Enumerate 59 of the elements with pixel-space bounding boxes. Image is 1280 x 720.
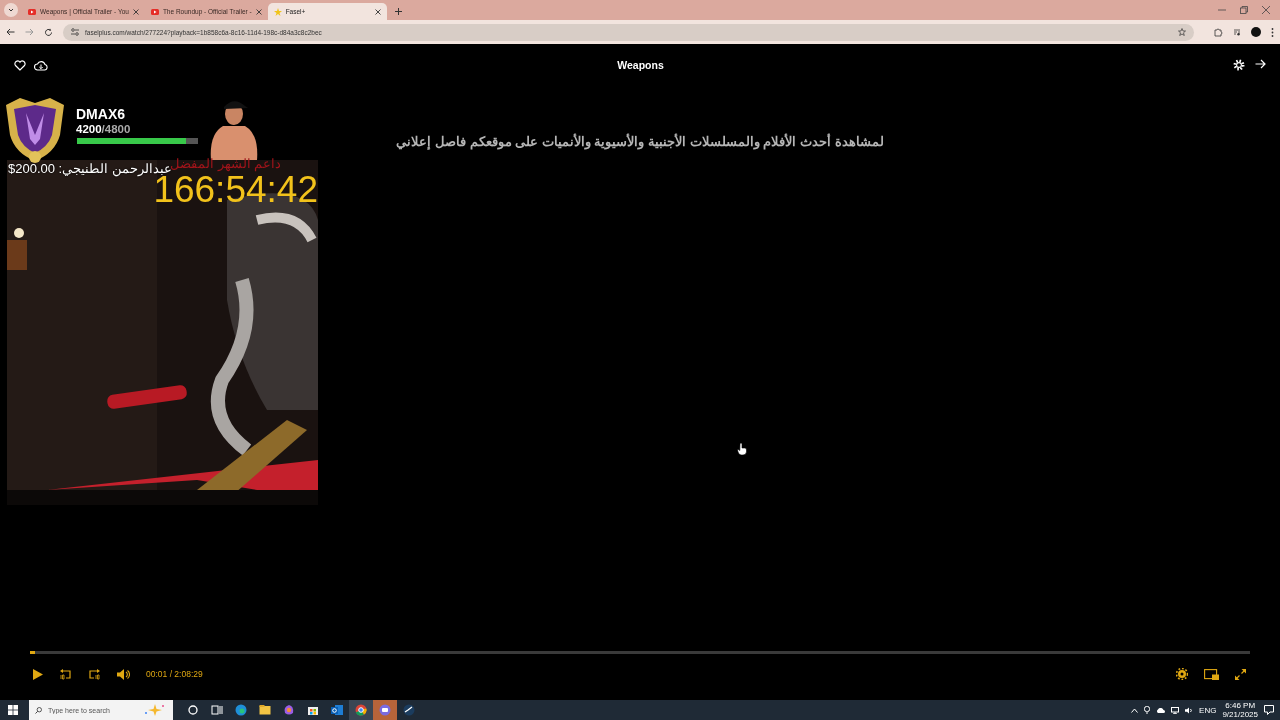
hand-cursor-icon	[737, 443, 747, 455]
chrome-icon[interactable]	[355, 704, 367, 716]
copilot-icon[interactable]	[283, 704, 295, 716]
video-title: Weapons	[616, 59, 665, 71]
clock-time: 6:46 PM	[1225, 701, 1256, 710]
forward-icon[interactable]	[88, 668, 101, 680]
star-icon	[273, 7, 282, 16]
progress-track[interactable]	[30, 651, 1250, 654]
picture-in-picture-icon[interactable]	[1204, 668, 1219, 680]
promo-banner-text: لمشاهدة أحدث الأفلام والمسلسلات الأجنبية والأسيوية والأنميات على موقعكم فاصل إعلاني	[396, 134, 884, 149]
play-logo-icon	[28, 8, 36, 15]
play-logo-icon	[150, 8, 159, 15]
donation-text: عبدالرحمن الطنيجي: 200.00$	[8, 161, 172, 176]
speaker-icon[interactable]	[1185, 706, 1194, 714]
cloud-download-icon[interactable]	[34, 59, 48, 71]
sparkle-icon	[144, 703, 166, 717]
extensions-icon[interactable]	[1214, 27, 1223, 37]
outlook-icon[interactable]	[331, 704, 343, 716]
star-outline-icon[interactable]	[1178, 28, 1186, 36]
restore-icon[interactable]	[1240, 6, 1248, 14]
chevron-down-icon	[8, 7, 14, 12]
supporter-label: داعم الشهر المفضل	[170, 156, 282, 171]
webcam-icon[interactable]	[1144, 706, 1151, 714]
media-icon[interactable]	[1233, 28, 1241, 36]
language-indicator[interactable]: ENG	[1199, 705, 1217, 715]
close-icon[interactable]	[132, 8, 139, 15]
steam-icon[interactable]	[403, 704, 415, 716]
play-icon[interactable]	[33, 668, 43, 680]
fullscreen-icon[interactable]	[1235, 668, 1246, 680]
notification-icon[interactable]	[1264, 705, 1274, 715]
search-icon	[35, 706, 42, 714]
cortana-icon[interactable]	[187, 704, 199, 716]
site-settings-icon	[71, 28, 79, 36]
close-icon[interactable]	[255, 8, 262, 15]
rewind-icon[interactable]	[59, 668, 72, 680]
windows-start-icon[interactable]	[8, 705, 18, 715]
volume-icon[interactable]	[117, 668, 130, 680]
back-arrow-icon[interactable]	[6, 28, 15, 36]
chevron-up-icon[interactable]	[1131, 707, 1139, 713]
profile-avatar-icon[interactable]	[1251, 27, 1261, 37]
store-icon[interactable]	[307, 704, 319, 716]
close-icon[interactable]	[374, 8, 381, 15]
reload-icon[interactable]	[44, 27, 53, 37]
plus-icon[interactable]	[394, 8, 402, 15]
cloud-icon[interactable]	[1156, 707, 1166, 713]
recording-app-icon[interactable]	[379, 704, 391, 716]
folder-icon[interactable]	[259, 704, 271, 716]
playback-time: 00:01 / 2:08:29	[146, 669, 203, 679]
player-name: DMAX6	[76, 106, 125, 122]
monitor-icon[interactable]	[1171, 706, 1180, 714]
more-options-icon[interactable]	[1271, 27, 1274, 37]
close-icon[interactable]	[1262, 6, 1270, 14]
xp-count: 4200/4800	[76, 123, 131, 135]
settings-icon[interactable]	[1176, 668, 1188, 680]
right-arrow-icon[interactable]	[1255, 59, 1266, 69]
edge-icon[interactable]	[235, 704, 247, 716]
heart-icon[interactable]	[14, 59, 26, 71]
task-view-icon[interactable]	[211, 704, 223, 716]
clock-date: 9/21/2025	[1222, 710, 1258, 719]
